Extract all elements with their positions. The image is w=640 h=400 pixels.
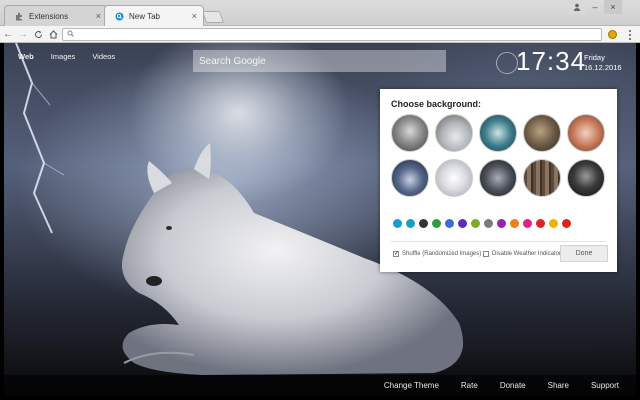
tab-label: New Tab <box>129 11 160 21</box>
disable-weather-option[interactable]: Disable Weather Indicator <box>483 251 561 257</box>
reload-icon <box>34 30 42 38</box>
clock-date-value: 16.12.2016 <box>584 63 622 72</box>
background-thumbnail[interactable] <box>435 159 473 197</box>
background-thumbnail[interactable] <box>479 159 517 197</box>
nav-videos[interactable]: Videos <box>92 52 115 61</box>
background-picker-panel: Choose background: ✓ Shuffle (Randomized… <box>380 89 617 272</box>
new-tab-page: Web Images Videos Search Google 17:34 Fr… <box>4 43 636 396</box>
footer-bar: Change Theme Rate Donate Share Support <box>4 375 636 396</box>
tab-new-tab[interactable]: New Tab × <box>104 5 204 26</box>
search-input[interactable]: Search Google <box>193 50 446 72</box>
background-thumbnail[interactable] <box>391 114 429 152</box>
tab-label: Extensions <box>29 11 69 21</box>
disable-weather-label: Disable Weather Indicator <box>492 251 561 257</box>
done-button[interactable]: Done <box>560 245 608 262</box>
color-swatch[interactable] <box>393 219 402 228</box>
background-thumbnail-grid <box>391 114 613 197</box>
footer-link-support[interactable]: Support <box>591 381 619 390</box>
home-button[interactable] <box>46 27 60 41</box>
background-thumbnail[interactable] <box>567 159 605 197</box>
footer-link-rate[interactable]: Rate <box>461 381 478 390</box>
color-swatch[interactable] <box>497 219 506 228</box>
new-tab-favicon <box>115 12 124 21</box>
weather-indicator-icon[interactable] <box>496 52 518 74</box>
color-swatch[interactable] <box>484 219 493 228</box>
color-swatch[interactable] <box>445 219 454 228</box>
background-thumbnail[interactable] <box>435 114 473 152</box>
reload-button[interactable] <box>31 27 45 41</box>
panel-title: Choose background: <box>391 99 482 109</box>
color-swatch[interactable] <box>510 219 519 228</box>
background-thumbnail[interactable] <box>523 159 561 197</box>
minimize-button[interactable]: – <box>586 0 604 14</box>
browser-menu-button[interactable] <box>624 28 636 41</box>
divider <box>391 241 606 242</box>
puzzle-icon <box>15 12 24 21</box>
footer-link-donate[interactable]: Donate <box>500 381 526 390</box>
close-tab-icon[interactable]: × <box>96 11 101 21</box>
background-thumbnail[interactable] <box>479 114 517 152</box>
window-close-button[interactable]: × <box>604 0 622 14</box>
color-swatch[interactable] <box>536 219 545 228</box>
color-swatch[interactable] <box>406 219 415 228</box>
shuffle-label: Shuffle (Randomized Images) <box>402 251 482 257</box>
back-button[interactable]: ← <box>1 27 15 41</box>
color-swatch[interactable] <box>562 219 571 228</box>
color-swatch[interactable] <box>471 219 480 228</box>
color-swatch[interactable] <box>432 219 441 228</box>
background-thumbnail[interactable] <box>567 114 605 152</box>
window-controls: – × <box>568 0 622 14</box>
clock-date: Friday 16.12.2016 <box>584 53 622 73</box>
color-swatch[interactable] <box>458 219 467 228</box>
nav-web[interactable]: Web <box>18 52 34 61</box>
shuffle-option[interactable]: ✓ Shuffle (Randomized Images) <box>393 251 481 257</box>
background-thumbnail[interactable] <box>391 159 429 197</box>
nav-images[interactable]: Images <box>51 52 76 61</box>
color-swatch[interactable] <box>419 219 428 228</box>
footer-link-share[interactable]: Share <box>548 381 569 390</box>
search-placeholder: Search Google <box>199 55 266 67</box>
extension-badge-icon <box>608 30 617 39</box>
browser-toolbar: ← → <box>0 26 640 43</box>
forward-button[interactable]: → <box>16 27 30 41</box>
color-swatch-row <box>393 219 571 228</box>
clock-time: 17:34 <box>516 46 587 76</box>
kebab-menu-icon <box>629 29 631 32</box>
user-icon[interactable] <box>568 0 586 14</box>
shuffle-checkbox[interactable]: ✓ <box>393 251 399 257</box>
disable-weather-checkbox[interactable] <box>483 251 489 257</box>
background-thumbnail[interactable] <box>523 114 561 152</box>
home-icon <box>49 29 57 38</box>
search-icon <box>67 30 74 39</box>
close-tab-icon[interactable]: × <box>192 11 197 21</box>
search-type-nav: Web Images Videos <box>18 52 115 61</box>
clock-day: Friday <box>584 53 605 62</box>
footer-link-change-theme[interactable]: Change Theme <box>384 381 439 390</box>
extension-button[interactable] <box>606 28 619 41</box>
tab-extensions[interactable]: Extensions × <box>4 5 108 26</box>
address-bar[interactable] <box>62 28 602 41</box>
color-swatch[interactable] <box>523 219 532 228</box>
color-swatch[interactable] <box>549 219 558 228</box>
new-tab-button[interactable] <box>201 11 225 23</box>
tab-strip: Extensions × New Tab × – × <box>0 0 640 26</box>
